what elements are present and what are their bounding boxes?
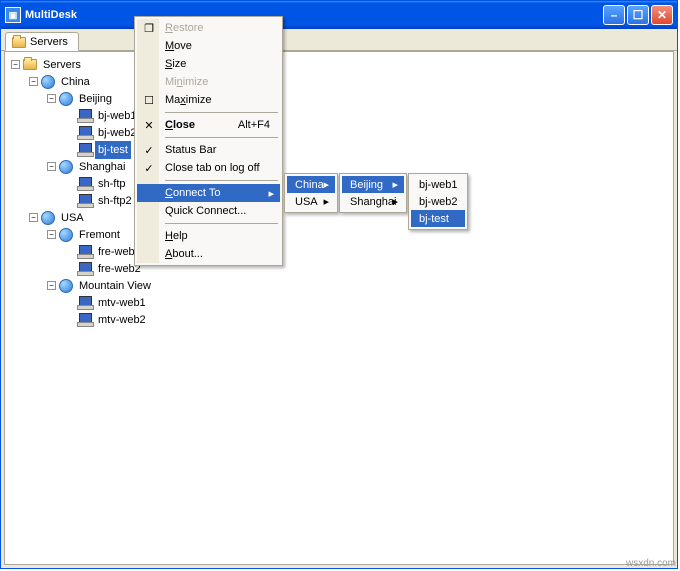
submenu-servers: bj-web1 bj-web2 bj-test: [408, 173, 468, 230]
menu-minimize[interactable]: Minimize: [137, 73, 280, 91]
collapse-icon[interactable]: −: [11, 60, 20, 69]
tree-node-mountain-view[interactable]: −Mountain View: [47, 277, 671, 294]
menu-separator: [165, 112, 278, 113]
watermark: wsxdn.com: [626, 558, 676, 569]
menu-maximize[interactable]: ☐Maximize: [137, 91, 280, 109]
submenu-arrow-icon: ▸: [323, 178, 329, 191]
collapse-icon[interactable]: −: [47, 94, 56, 103]
close-icon: ✕: [142, 119, 156, 132]
collapse-icon[interactable]: −: [47, 162, 56, 171]
tree-root[interactable]: −Servers: [11, 56, 671, 73]
tree-leaf-mtv-web2[interactable]: mtv-web2: [65, 311, 671, 328]
client-area: −Servers −China −Beijing bj-web1 bj-web2…: [4, 51, 674, 565]
submenu-cities: Beijing▸ Shanghai▸: [339, 173, 407, 213]
titlebar[interactable]: ▣ MultiDesk – ☐ ✕: [1, 1, 677, 29]
maximize-icon: ☐: [142, 94, 156, 107]
check-icon: ✓: [142, 162, 156, 175]
minimize-button[interactable]: –: [603, 5, 625, 25]
globe-icon: [41, 211, 55, 225]
computer-icon: [77, 296, 92, 310]
submenu-bj-web2[interactable]: bj-web2: [411, 193, 465, 210]
menu-separator: [165, 180, 278, 181]
computer-icon: [77, 126, 92, 140]
context-menu: ❐Restore Move Size Minimize ☐Maximize ✕C…: [134, 16, 283, 266]
folder-icon: [23, 59, 37, 70]
restore-icon: ❐: [142, 22, 156, 35]
collapse-icon[interactable]: −: [29, 213, 38, 222]
menu-size[interactable]: Size: [137, 55, 280, 73]
submenu-arrow-icon: ▸: [323, 195, 329, 208]
menu-connect-to[interactable]: Connect To▸: [137, 184, 280, 202]
submenu-arrow-icon: ▸: [268, 187, 274, 200]
app-window: ▣ MultiDesk – ☐ ✕ Servers −Servers −Chin…: [0, 0, 678, 569]
computer-icon: [77, 194, 92, 208]
menu-separator: [165, 223, 278, 224]
submenu-usa[interactable]: USA▸: [287, 193, 335, 210]
submenu-arrow-icon: ▸: [392, 178, 398, 191]
computer-icon: [77, 245, 92, 259]
submenu-arrow-icon: ▸: [392, 195, 398, 208]
collapse-icon[interactable]: −: [47, 281, 56, 290]
globe-icon: [59, 160, 73, 174]
collapse-icon[interactable]: −: [29, 77, 38, 86]
computer-icon: [77, 313, 92, 327]
menu-separator: [165, 137, 278, 138]
globe-icon: [41, 75, 55, 89]
menu-status-bar[interactable]: ✓Status Bar: [137, 141, 280, 159]
folder-icon: [12, 37, 26, 48]
check-icon: ✓: [142, 144, 156, 157]
menu-help[interactable]: Help: [137, 227, 280, 245]
submenu-beijing[interactable]: Beijing▸: [342, 176, 404, 193]
menu-quick-connect[interactable]: Quick Connect...: [137, 202, 280, 220]
computer-icon: [77, 109, 92, 123]
menu-restore[interactable]: ❐Restore: [137, 19, 280, 37]
tab-bar: Servers: [1, 29, 677, 51]
menu-move[interactable]: Move: [137, 37, 280, 55]
globe-icon: [59, 228, 73, 242]
window-title: MultiDesk: [25, 9, 603, 21]
computer-icon: [77, 143, 92, 157]
globe-icon: [59, 279, 73, 293]
globe-icon: [59, 92, 73, 106]
tree-leaf-mtv-web1[interactable]: mtv-web1: [65, 294, 671, 311]
app-icon: ▣: [5, 7, 21, 23]
submenu-bj-test[interactable]: bj-test: [411, 210, 465, 227]
submenu-china[interactable]: China▸: [287, 176, 335, 193]
submenu-bj-web1[interactable]: bj-web1: [411, 176, 465, 193]
submenu-countries: China▸ USA▸: [284, 173, 338, 213]
maximize-button[interactable]: ☐: [627, 5, 649, 25]
tab-servers[interactable]: Servers: [5, 32, 79, 51]
menu-about[interactable]: About...: [137, 245, 280, 263]
close-button[interactable]: ✕: [651, 5, 673, 25]
computer-icon: [77, 262, 92, 276]
collapse-icon[interactable]: −: [47, 230, 56, 239]
tree-node-china[interactable]: −China: [29, 73, 671, 90]
tab-label: Servers: [30, 36, 68, 48]
submenu-shanghai[interactable]: Shanghai▸: [342, 193, 404, 210]
computer-icon: [77, 177, 92, 191]
menu-close-tab-logoff[interactable]: ✓Close tab on log off: [137, 159, 280, 177]
menu-close[interactable]: ✕CloseAlt+F4: [137, 116, 280, 134]
